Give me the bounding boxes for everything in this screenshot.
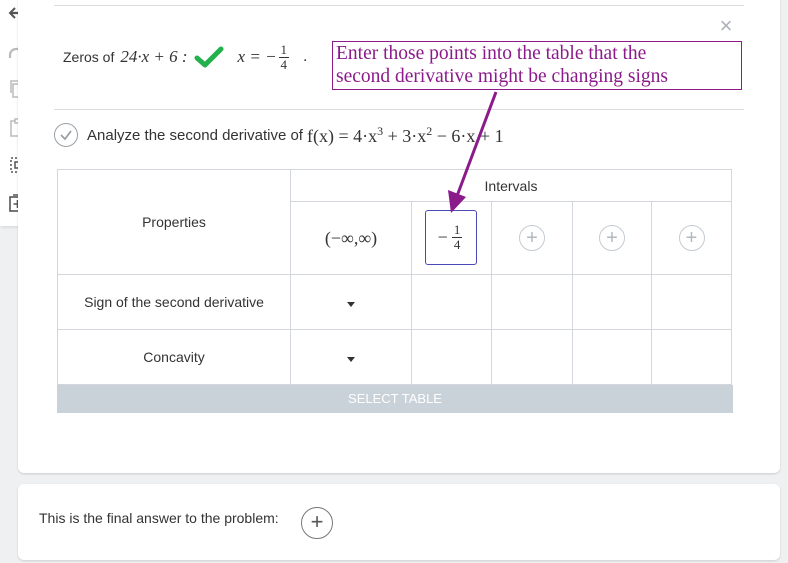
- callout-arrow: [448, 91, 498, 213]
- final-answer-label: This is the final answer to the problem:: [39, 510, 279, 526]
- add-answer-button[interactable]: +: [301, 507, 333, 539]
